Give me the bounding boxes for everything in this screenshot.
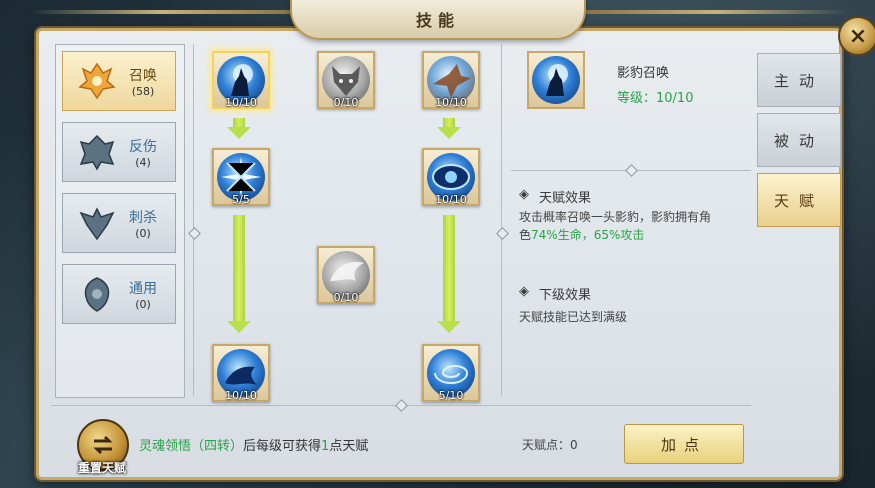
- category-reflect[interactable]: 反伤 (4): [62, 122, 176, 182]
- diamond-bullet-icon: ◈: [519, 187, 529, 202]
- talent-info-text: 灵魂领悟（四转）后每级可获得1点天赋: [139, 435, 368, 454]
- divider-diamond: [395, 399, 408, 412]
- tree-connector: [233, 118, 245, 127]
- effect-highlight: 74%生命，65%攻击: [531, 228, 645, 242]
- arrow-down-icon: [227, 321, 251, 333]
- talent-points-label: 天赋点：: [522, 438, 571, 452]
- category-count: (0): [135, 297, 151, 311]
- talent-points: 天赋点：0: [522, 436, 578, 453]
- talent-info-tail: 点天赋: [329, 439, 369, 454]
- divider-diamond: [496, 227, 509, 240]
- skill-node[interactable]: 10/10: [212, 51, 270, 109]
- skill-node[interactable]: 5/10: [422, 344, 480, 402]
- crest-emblem-icon: [75, 272, 119, 316]
- skill-level: 5/5: [232, 193, 250, 206]
- next-level-text: 天赋技能已达到满级: [519, 310, 628, 324]
- skill-node[interactable]: 5/5: [212, 148, 270, 206]
- skill-node[interactable]: 0/10: [317, 246, 375, 304]
- category-count: (58): [131, 84, 155, 98]
- category-list: 召唤 (58) 反伤 (4) 刺杀 (0) 通用 (0): [55, 44, 185, 398]
- beast-emblem-icon: [75, 130, 119, 174]
- tab-label: 天赋: [773, 191, 824, 210]
- skill-level: 0/10: [333, 291, 359, 304]
- skill-name: 影豹召唤: [617, 66, 670, 81]
- skill-level: 10/10: [225, 389, 257, 402]
- reset-talent-label: 重置天赋: [77, 461, 126, 475]
- category-label: 通用: [129, 280, 157, 297]
- effect-description: 攻击概率召唤一头影豹，影豹拥有角 色74%生命，65%攻击: [519, 208, 751, 244]
- category-general[interactable]: 通用 (0): [62, 264, 176, 324]
- arrow-down-icon: [227, 127, 251, 139]
- skill-level: 5/10: [438, 389, 464, 402]
- skill-detail-icon-frame: [527, 51, 585, 109]
- tab-talent[interactable]: 天赋: [757, 173, 841, 227]
- tab-passive-skill[interactable]: 被动: [757, 113, 841, 167]
- skill-window: 召唤 (58) 反伤 (4) 刺杀 (0) 通用 (0) 10/10 0/10 …: [36, 28, 842, 480]
- effect-text: 色: [519, 228, 532, 242]
- tab-active-skill[interactable]: 主动: [757, 53, 841, 107]
- skill-level: 0/10: [333, 96, 359, 109]
- effect-title: 天赋效果: [539, 191, 592, 206]
- talent-info-green: 灵魂领悟（四转）: [139, 439, 244, 454]
- category-assassinate[interactable]: 刺杀 (0): [62, 193, 176, 253]
- phoenix-emblem-icon: [75, 201, 119, 245]
- wolf-howl-icon: [532, 56, 580, 104]
- category-summon[interactable]: 召唤 (58): [62, 51, 176, 111]
- divider: [193, 44, 194, 396]
- skill-detail-panel: 影豹召唤 等级：10/10 ◈ 天赋效果 攻击概率召唤一头影豹，影豹拥有角 色7…: [511, 44, 751, 394]
- divider-diamond: [625, 164, 638, 177]
- title-ornament: [30, 10, 290, 14]
- skill-level: 10/10: [225, 96, 257, 109]
- skill-node[interactable]: 10/10: [422, 51, 480, 109]
- divider: [501, 44, 502, 396]
- tree-connector: [233, 215, 245, 321]
- add-point-label: 加点: [660, 435, 707, 454]
- divider-diamond: [188, 227, 201, 240]
- effect-text: 攻击概率召唤一头影豹，影豹拥有角: [519, 210, 712, 224]
- flame-emblem-icon: [75, 59, 119, 103]
- title-ornament: [586, 10, 846, 14]
- close-button[interactable]: ×: [838, 16, 875, 56]
- reset-arrows-icon: [93, 435, 113, 455]
- close-icon: ×: [848, 23, 868, 49]
- window-title: 技能: [415, 11, 460, 30]
- window-title-plate: 技能: [290, 0, 586, 40]
- tab-label: 主动: [773, 71, 824, 90]
- skill-level-text: 等级：10/10: [617, 91, 694, 106]
- skill-level: 10/10: [435, 96, 467, 109]
- skill-node[interactable]: 10/10: [422, 148, 480, 206]
- category-count: (4): [135, 155, 151, 169]
- skill-node[interactable]: 10/10: [212, 344, 270, 402]
- arrow-down-icon: [437, 321, 461, 333]
- category-label: 刺杀: [129, 209, 157, 226]
- tree-connector: [443, 118, 455, 127]
- talent-info-rest: 后每级可获得: [243, 439, 322, 454]
- tree-connector: [443, 215, 455, 321]
- diamond-bullet-icon: ◈: [519, 284, 529, 299]
- arrow-down-icon: [437, 127, 461, 139]
- category-count: (0): [135, 226, 151, 240]
- tab-label: 被动: [773, 131, 824, 150]
- skill-node[interactable]: 0/10: [317, 51, 375, 109]
- talent-points-value: 0: [570, 438, 578, 452]
- category-label: 反伤: [129, 138, 157, 155]
- next-level-title: 下级效果: [539, 288, 592, 303]
- add-point-button[interactable]: 加点: [624, 424, 744, 464]
- category-label: 召唤: [129, 67, 157, 84]
- skill-level: 10/10: [435, 193, 467, 206]
